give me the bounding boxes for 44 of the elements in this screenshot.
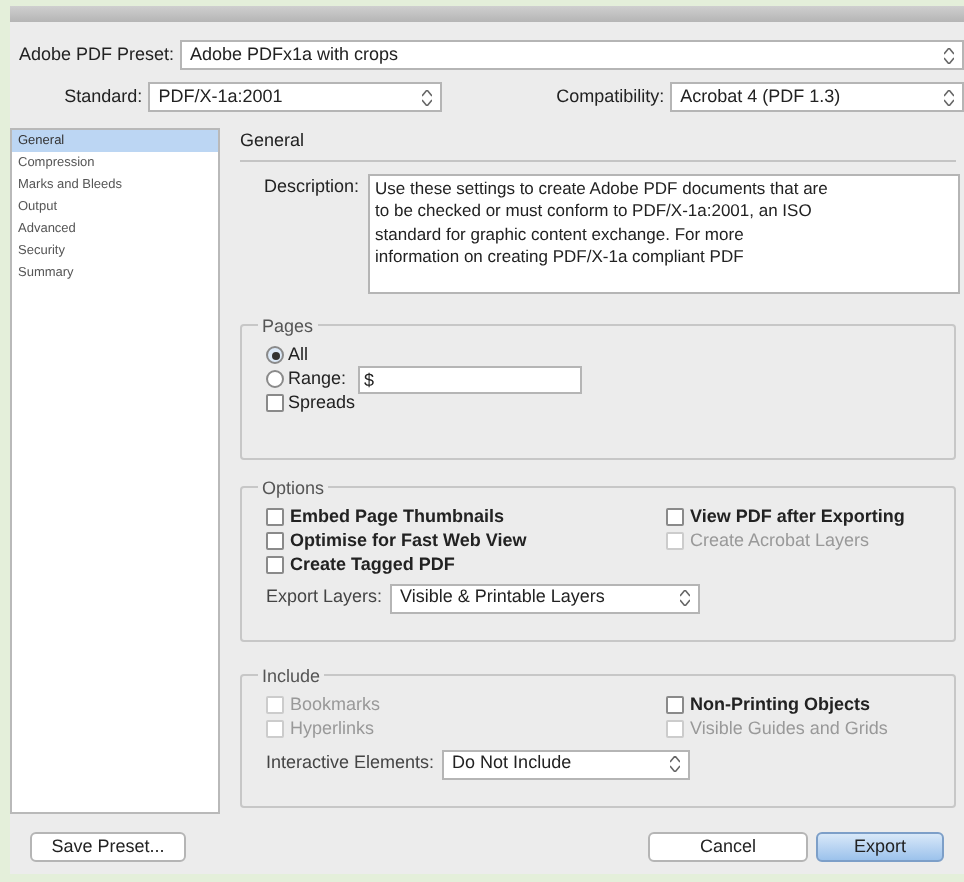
radio-button[interactable] (266, 370, 284, 388)
checkbox[interactable] (666, 696, 684, 714)
save-preset-button[interactable]: Save Preset... (30, 832, 186, 862)
cancel-button[interactable]: Cancel (648, 832, 808, 862)
checkbox[interactable] (266, 394, 284, 412)
option-label: All (288, 341, 309, 368)
field-label: Export Layers: (266, 584, 383, 611)
group-title: Pages (258, 313, 318, 340)
option-label: Optimise for Fast Web View (290, 527, 527, 554)
caret-icon (680, 590, 691, 606)
field-label: Adobe PDF Preset: (16, 41, 174, 68)
group-title: Options (258, 475, 329, 502)
checkbox[interactable] (266, 508, 284, 526)
standard-select[interactable]: PDF/X-1a:2001 (148, 82, 443, 112)
option-label: Range: (288, 365, 347, 392)
description-field[interactable]: Use these settings to create Adobe PDF documents that are to be checked or must conform to PDF/X-1a:2001, an ISO standard for graphic content exchange. For more information on creating PDF/X-1a compliant PDF (367, 173, 960, 293)
option-label: Non-Printing Objects (690, 691, 870, 718)
caret-icon (944, 47, 954, 63)
option-label: Embed Page Thumbnails (290, 503, 505, 530)
option-label: Bookmarks (290, 691, 381, 718)
field-label: Description: (264, 173, 360, 200)
field-label: Compatibility: (556, 83, 665, 110)
export-button[interactable]: Export (816, 832, 944, 862)
option-label: Create Tagged PDF (290, 551, 455, 578)
checkbox[interactable] (666, 508, 684, 526)
checkbox[interactable] (266, 556, 284, 574)
layers-select[interactable]: Visible & Printable Layers (390, 583, 701, 613)
section-title: General (240, 130, 305, 150)
radio-button[interactable] (266, 346, 284, 364)
field-label: Interactive Elements: (266, 750, 435, 777)
caret-icon (944, 89, 954, 105)
caret-icon (670, 756, 681, 772)
range-field[interactable]: $ (358, 365, 583, 393)
field-label: Standard: (62, 83, 143, 110)
option-label: Hyperlinks (290, 715, 375, 742)
option-label: Create Acrobat Layers (690, 527, 870, 554)
preset-select[interactable]: Adobe PDFx1a with crops (180, 40, 964, 70)
checkbox[interactable] (266, 532, 284, 550)
caret-icon (422, 89, 433, 105)
option-label: View PDF after Exporting (690, 503, 905, 530)
compatibility-select[interactable]: Acrobat 4 (PDF 1.3) (670, 82, 964, 112)
option-label: Spreads (288, 389, 356, 416)
interactive-select[interactable]: Do Not Include (442, 749, 691, 779)
option-label: Visible Guides and Grids (690, 715, 888, 742)
